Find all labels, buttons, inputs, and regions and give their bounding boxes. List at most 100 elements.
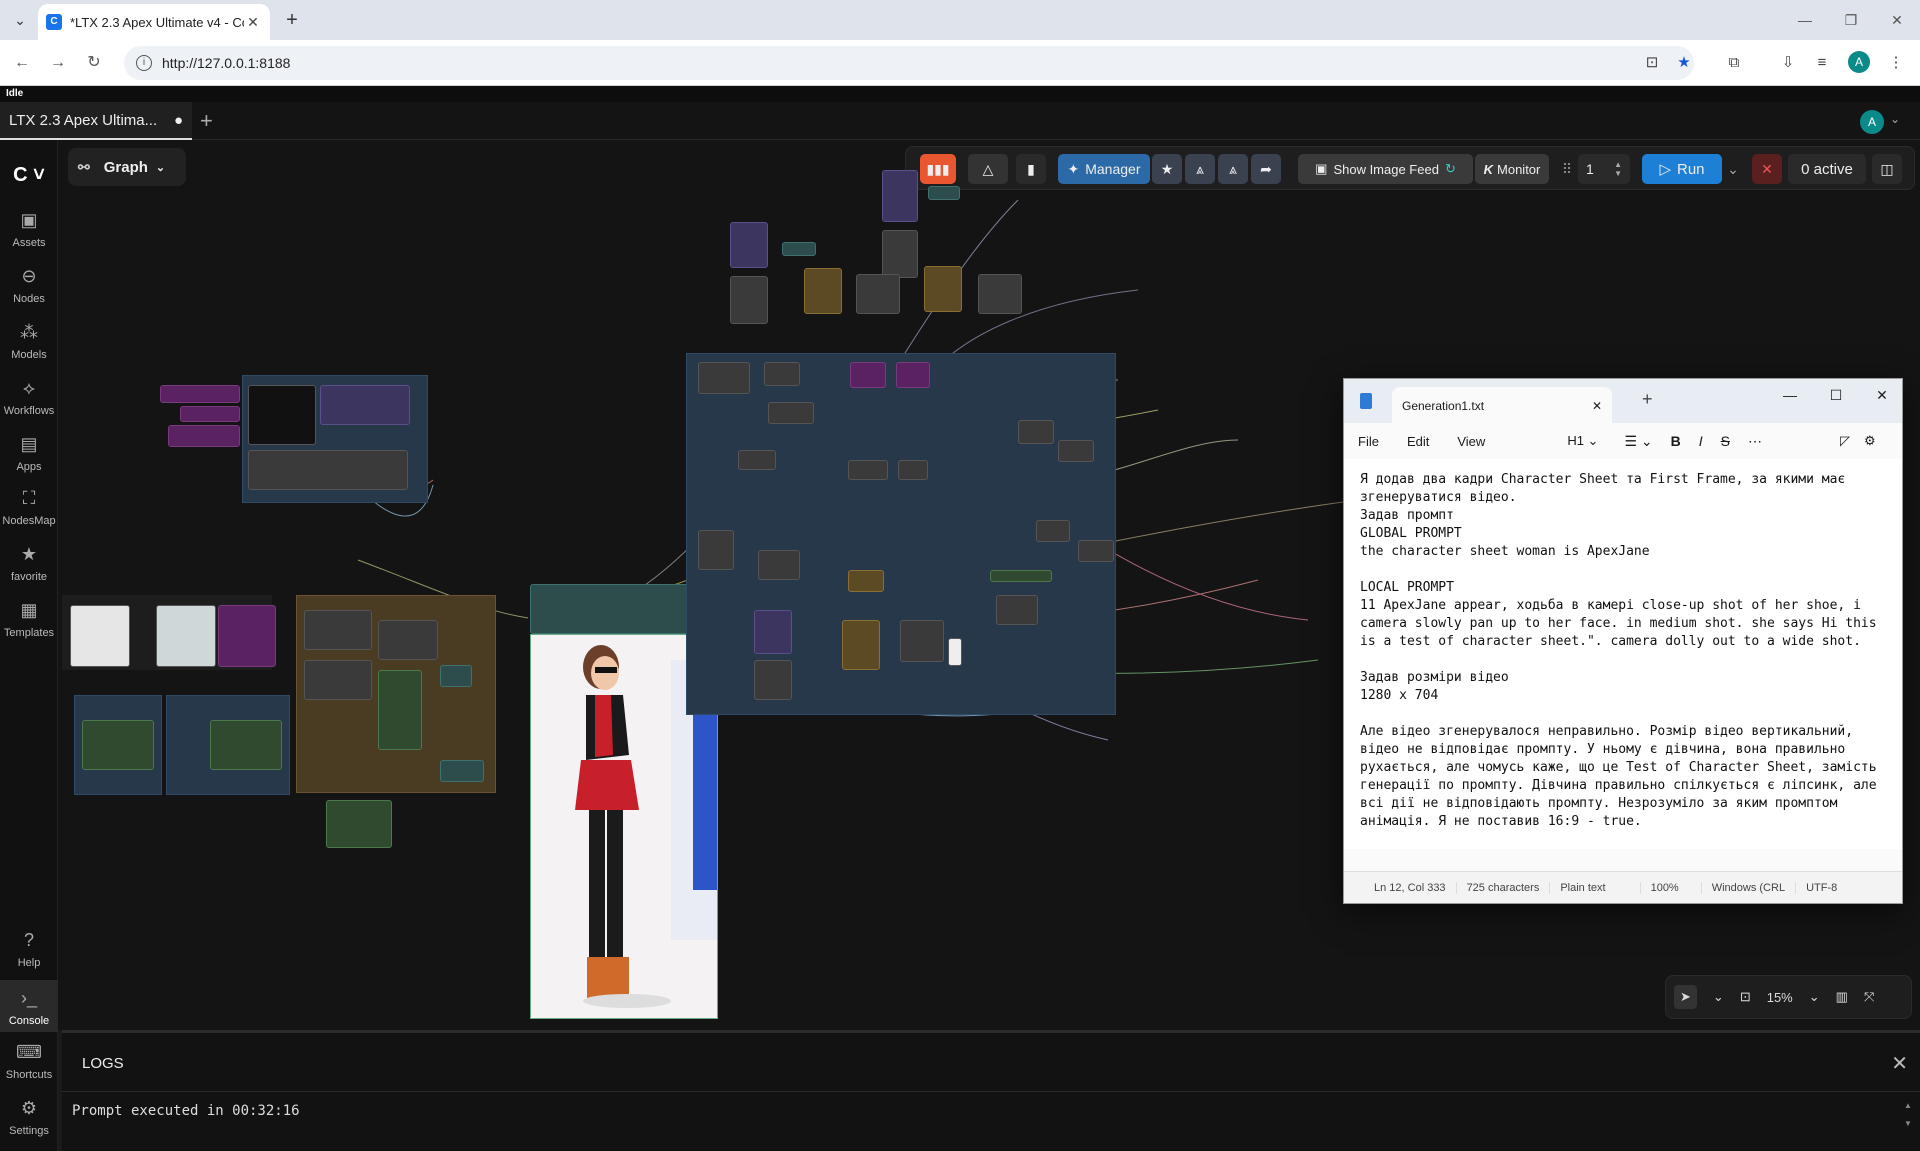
sidebar-item-nodes[interactable]: ⊖ Nodes <box>0 266 58 305</box>
graph-node[interactable] <box>82 720 154 770</box>
browser-tab[interactable]: C *LTX 2.3 Apex Ultimate v4 - Cor ✕ <box>38 4 270 40</box>
graph-node[interactable] <box>378 670 422 750</box>
sidebar-item-templates[interactable]: ▦ Templates <box>0 600 58 639</box>
graph-node[interactable] <box>764 362 800 386</box>
graph-node[interactable] <box>882 230 918 278</box>
user-avatar[interactable]: A <box>1860 110 1884 134</box>
graph-node-image[interactable] <box>948 638 962 666</box>
list-icon[interactable]: ☰ ⌄ <box>1624 433 1652 450</box>
close-tab-icon[interactable]: ✕ <box>244 14 262 31</box>
sidebar-item-nodesmap[interactable]: ⛶ NodesMap <box>0 488 58 527</box>
graph-node[interactable] <box>218 605 276 667</box>
minimize-icon[interactable]: — <box>1782 0 1828 40</box>
graph-node[interactable] <box>1078 540 1114 562</box>
italic-icon[interactable]: I <box>1699 433 1703 449</box>
chevron-down-icon[interactable]: ⌄ <box>1713 989 1724 1005</box>
graph-node[interactable] <box>160 385 240 403</box>
sidebar-item-help[interactable]: ? Help <box>0 930 58 969</box>
forward-icon[interactable]: → <box>46 51 70 75</box>
more-icon[interactable]: ⋯ <box>1748 433 1762 450</box>
graph-node[interactable] <box>698 530 734 570</box>
reload-icon[interactable]: ↻ <box>82 51 106 75</box>
graph-node[interactable] <box>996 595 1038 625</box>
sidebar-item-console[interactable]: ›_ Console <box>0 980 58 1032</box>
sidebar-item-settings[interactable]: ⚙ Settings <box>0 1098 58 1137</box>
notepad-tab[interactable]: Generation1.txt ✕ <box>1392 387 1612 423</box>
graph-node[interactable] <box>924 266 962 312</box>
heading-select[interactable]: H1 ⌄ <box>1567 433 1598 449</box>
graph-node[interactable] <box>896 362 930 388</box>
graph-node[interactable] <box>804 268 842 314</box>
menu-edit[interactable]: Edit <box>1407 434 1429 449</box>
graph-node[interactable] <box>168 425 240 447</box>
graph-node-image[interactable] <box>70 605 130 667</box>
graph-node[interactable] <box>850 362 886 388</box>
graph-node[interactable] <box>210 720 282 770</box>
pointer-icon[interactable]: ➤ <box>1674 985 1697 1009</box>
graph-node[interactable] <box>304 660 372 700</box>
graph-node[interactable] <box>928 186 960 200</box>
graph-node[interactable] <box>730 276 768 324</box>
graph-node[interactable] <box>730 222 768 268</box>
back-icon[interactable]: ← <box>10 51 34 75</box>
graph-node[interactable] <box>1018 420 1054 444</box>
chevron-down-icon[interactable]: ⌄ <box>1890 112 1900 126</box>
sidebar-item-favorite[interactable]: ★ favorite <box>0 544 58 583</box>
graph-node[interactable] <box>320 385 410 425</box>
chevron-down-icon[interactable]: ⌄ <box>1809 989 1820 1005</box>
minimize-icon[interactable]: — <box>1768 379 1812 411</box>
graph-node[interactable] <box>848 460 888 480</box>
close-logs-icon[interactable]: ✕ <box>1891 1051 1908 1076</box>
strikethrough-icon[interactable]: S <box>1721 433 1730 449</box>
media-icon[interactable]: ≡ <box>1810 51 1834 75</box>
restore-icon[interactable]: ❐ <box>1828 0 1874 40</box>
graph-node[interactable] <box>248 385 316 445</box>
graph-node[interactable] <box>1058 440 1094 462</box>
graph-node[interactable] <box>848 570 884 592</box>
graph-node[interactable] <box>378 620 438 660</box>
install-app-icon[interactable]: ⊡ <box>1640 51 1664 75</box>
bold-icon[interactable]: B <box>1671 433 1681 449</box>
graph-node[interactable] <box>738 450 776 470</box>
maximize-icon[interactable]: ☐ <box>1814 379 1858 411</box>
graph-node[interactable] <box>1036 520 1070 542</box>
copilot-icon[interactable]: ◸ <box>1840 433 1850 449</box>
graph-node[interactable] <box>248 450 408 490</box>
close-window-icon[interactable]: ✕ <box>1874 0 1920 40</box>
sidebar-item-assets[interactable]: ▣ Assets <box>0 210 58 249</box>
sidebar-item-models[interactable]: ⁂ Models <box>0 322 58 361</box>
minimap-icon[interactable]: ▥ <box>1836 989 1848 1005</box>
graph-node[interactable] <box>782 242 816 256</box>
sidebar-item-shortcuts[interactable]: ⌨ Shortcuts <box>0 1042 58 1081</box>
url-field[interactable]: i http://127.0.0.1:8188 <box>124 46 1694 80</box>
graph-node[interactable] <box>842 620 880 670</box>
tab-search-chevron-icon[interactable]: ⌄ <box>8 8 32 32</box>
browser-menu-icon[interactable]: ⋮ <box>1884 51 1908 75</box>
profile-avatar[interactable]: A <box>1848 51 1870 73</box>
graph-node[interactable] <box>326 800 392 848</box>
graph-node[interactable] <box>978 274 1022 314</box>
gear-icon[interactable]: ⚙ <box>1864 433 1876 449</box>
menu-file[interactable]: File <box>1358 434 1379 449</box>
extensions-icon[interactable]: ⧉ <box>1722 51 1746 75</box>
menu-view[interactable]: View <box>1457 434 1485 449</box>
notepad-text-area[interactable]: Я додав два кадри Character Sheet та Fir… <box>1344 459 1902 849</box>
workflow-tab[interactable]: LTX 2.3 Apex Ultima... ● <box>0 102 192 140</box>
graph-node[interactable] <box>900 620 944 662</box>
hide-links-icon[interactable]: ⤧ <box>1864 989 1874 1005</box>
graph-node[interactable] <box>440 760 484 782</box>
log-scrollbar[interactable]: ▲ ▼ <box>1904 1101 1914 1137</box>
close-window-icon[interactable]: ✕ <box>1860 379 1904 411</box>
bookmark-star-icon[interactable]: ★ <box>1672 51 1696 75</box>
graph-node[interactable] <box>304 610 372 650</box>
sidebar-item-apps[interactable]: ▤ Apps <box>0 434 58 473</box>
graph-node[interactable] <box>440 665 472 687</box>
site-info-icon[interactable]: i <box>136 55 152 71</box>
new-workflow-button[interactable]: + <box>200 108 213 134</box>
downloads-icon[interactable]: ⇩ <box>1776 51 1800 75</box>
graph-node[interactable] <box>768 402 814 424</box>
graph-node[interactable] <box>754 610 792 654</box>
graph-node[interactable] <box>180 406 240 422</box>
graph-node-image[interactable] <box>156 605 216 667</box>
graph-node[interactable] <box>698 362 750 394</box>
